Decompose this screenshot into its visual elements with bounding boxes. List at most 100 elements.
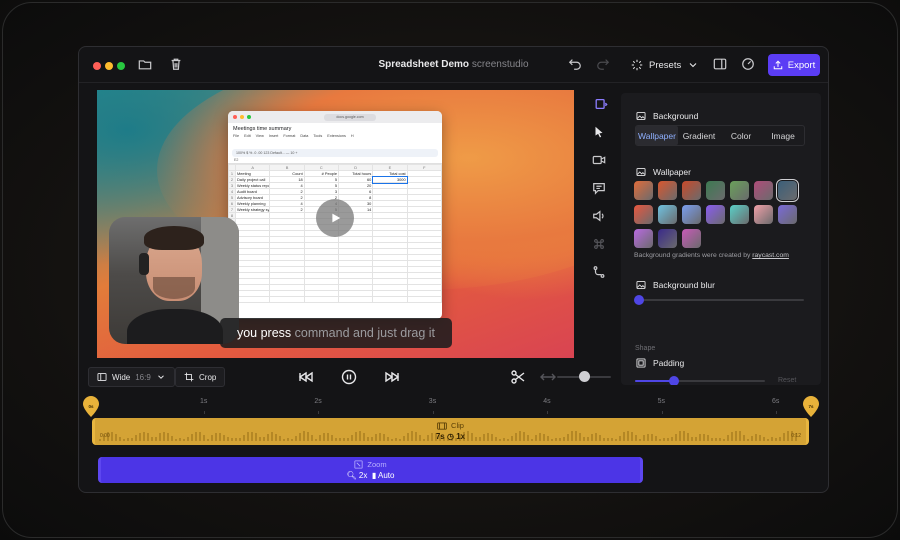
waveform-bar <box>535 435 537 441</box>
zoom-info: 🔍︎ 2x ▮ Auto <box>101 471 640 480</box>
skip-back-icon[interactable] <box>298 369 314 385</box>
wallpaper-swatch[interactable] <box>776 179 799 202</box>
command-key-icon[interactable] <box>592 237 606 251</box>
waveform-bar <box>331 435 333 441</box>
skip-forward-icon[interactable] <box>384 369 400 385</box>
speaker-icon[interactable] <box>592 209 606 223</box>
start-marker[interactable]: 0s <box>82 396 100 418</box>
timeline-zoom-knob[interactable] <box>579 371 590 382</box>
tab-wallpaper[interactable]: Wallpaper <box>636 126 678 145</box>
wallpaper-swatch[interactable] <box>682 229 701 248</box>
waveform-bar <box>387 436 389 441</box>
pause-button[interactable] <box>341 369 357 385</box>
waveform-bar <box>635 434 637 441</box>
camera-icon[interactable] <box>592 153 606 167</box>
layout-select-icon[interactable] <box>594 97 608 111</box>
waveform-bar <box>703 433 705 441</box>
tab-color[interactable]: Color <box>720 126 762 145</box>
background-section-label: Background <box>636 111 698 121</box>
wallpaper-swatch[interactable] <box>658 229 677 248</box>
waveform-bar <box>407 433 409 441</box>
waveform-bar <box>607 438 609 441</box>
wallpaper-swatch[interactable] <box>778 205 797 224</box>
waveform-bar <box>783 433 785 441</box>
reset-button[interactable]: Reset <box>778 377 796 384</box>
layout-icon <box>97 373 107 381</box>
waveform-bar <box>151 436 153 441</box>
waveform-bar <box>463 431 465 441</box>
waveform-bar <box>279 436 281 441</box>
undo-icon[interactable] <box>568 57 582 71</box>
waveform-bar <box>579 432 581 441</box>
wallpaper-swatch[interactable] <box>634 229 653 248</box>
sheet-cell: Daily project call <box>234 176 271 183</box>
speed-gauge-icon[interactable] <box>741 57 755 71</box>
waveform-bar <box>435 433 437 441</box>
presets-button[interactable]: Presets <box>631 56 699 74</box>
wallpaper-swatch[interactable] <box>730 205 749 224</box>
zoom-track[interactable]: Zoom 🔍︎ 2x ▮ Auto <box>98 457 643 483</box>
timeline-fit-icon[interactable] <box>540 369 556 385</box>
waveform-bar <box>271 432 273 441</box>
waveform-bar <box>423 438 425 441</box>
video-preview[interactable]: docs.google.com Meetings time summary Fi… <box>97 90 574 358</box>
wallpaper-swatch[interactable] <box>682 205 701 224</box>
wallpaper-swatch[interactable] <box>658 181 677 200</box>
motion-path-icon[interactable] <box>592 265 606 279</box>
waveform-bar <box>639 438 641 441</box>
waveform-bar <box>451 438 453 441</box>
zoom-label: Zoom <box>367 460 387 469</box>
clip-track[interactable]: 0:00 0:12 Clip 7s ◷ 1x <box>92 418 809 445</box>
sparkle-icon <box>631 59 643 71</box>
wallpaper-swatch[interactable] <box>706 181 725 200</box>
waveform-bar <box>143 431 145 441</box>
cursor-icon[interactable] <box>592 125 606 139</box>
play-button[interactable] <box>316 199 354 237</box>
waveform-bar <box>627 430 629 441</box>
browser-minimize-dot <box>240 115 244 119</box>
waveform-bar <box>679 431 681 441</box>
waveform-bar <box>587 437 589 441</box>
waveform-bar <box>179 438 181 441</box>
wallpaper-swatch[interactable] <box>634 181 653 200</box>
zoom-mode: Auto <box>378 471 395 480</box>
padding-knob[interactable] <box>669 376 679 385</box>
waveform-bar <box>591 434 593 441</box>
waveform-bar <box>687 432 689 441</box>
export-label: Export <box>787 59 816 71</box>
waveform-bar <box>319 435 321 441</box>
wallpaper-swatch[interactable] <box>634 205 653 224</box>
background-blur-track[interactable] <box>638 299 804 301</box>
magnifier-icon: 🔍︎ <box>346 471 357 480</box>
wallpaper-swatch[interactable] <box>730 181 749 200</box>
end-marker[interactable]: 7s <box>802 396 820 418</box>
wallpaper-swatch[interactable] <box>754 205 773 224</box>
waveform-bar <box>367 436 369 441</box>
scissors-icon[interactable] <box>510 369 526 385</box>
wallpaper-swatch[interactable] <box>682 181 701 200</box>
waveform-bar <box>107 432 109 441</box>
wallpaper-swatch[interactable] <box>754 181 773 200</box>
tab-gradient[interactable]: Gradient <box>678 126 720 145</box>
waveform-bar <box>347 437 349 441</box>
credit-link[interactable]: raycast.com <box>752 252 789 259</box>
waveform-bar <box>223 434 225 441</box>
background-blur-knob[interactable] <box>634 295 644 305</box>
background-blur-label: Background blur <box>653 280 715 290</box>
wallpaper-swatch[interactable] <box>706 205 725 224</box>
export-button[interactable]: Export <box>768 54 820 76</box>
tab-image[interactable]: Image <box>762 126 804 145</box>
waveform-bar <box>467 431 469 441</box>
sheet-menu-item: Edit <box>244 134 251 138</box>
sidebar-toggle-icon[interactable] <box>713 57 727 71</box>
webcam-person-beard <box>153 277 195 299</box>
waveform-bar <box>207 438 209 441</box>
redo-icon[interactable] <box>596 57 610 71</box>
sheet-menu-item: Data <box>300 134 309 138</box>
waveform-bar <box>135 435 137 441</box>
waveform-bar <box>475 436 477 441</box>
crop-button[interactable]: Crop <box>175 367 226 387</box>
captions-icon[interactable] <box>592 181 606 195</box>
wallpaper-swatch[interactable] <box>658 205 677 224</box>
aspect-ratio-dropdown[interactable]: Wide 16:9 <box>88 367 175 387</box>
